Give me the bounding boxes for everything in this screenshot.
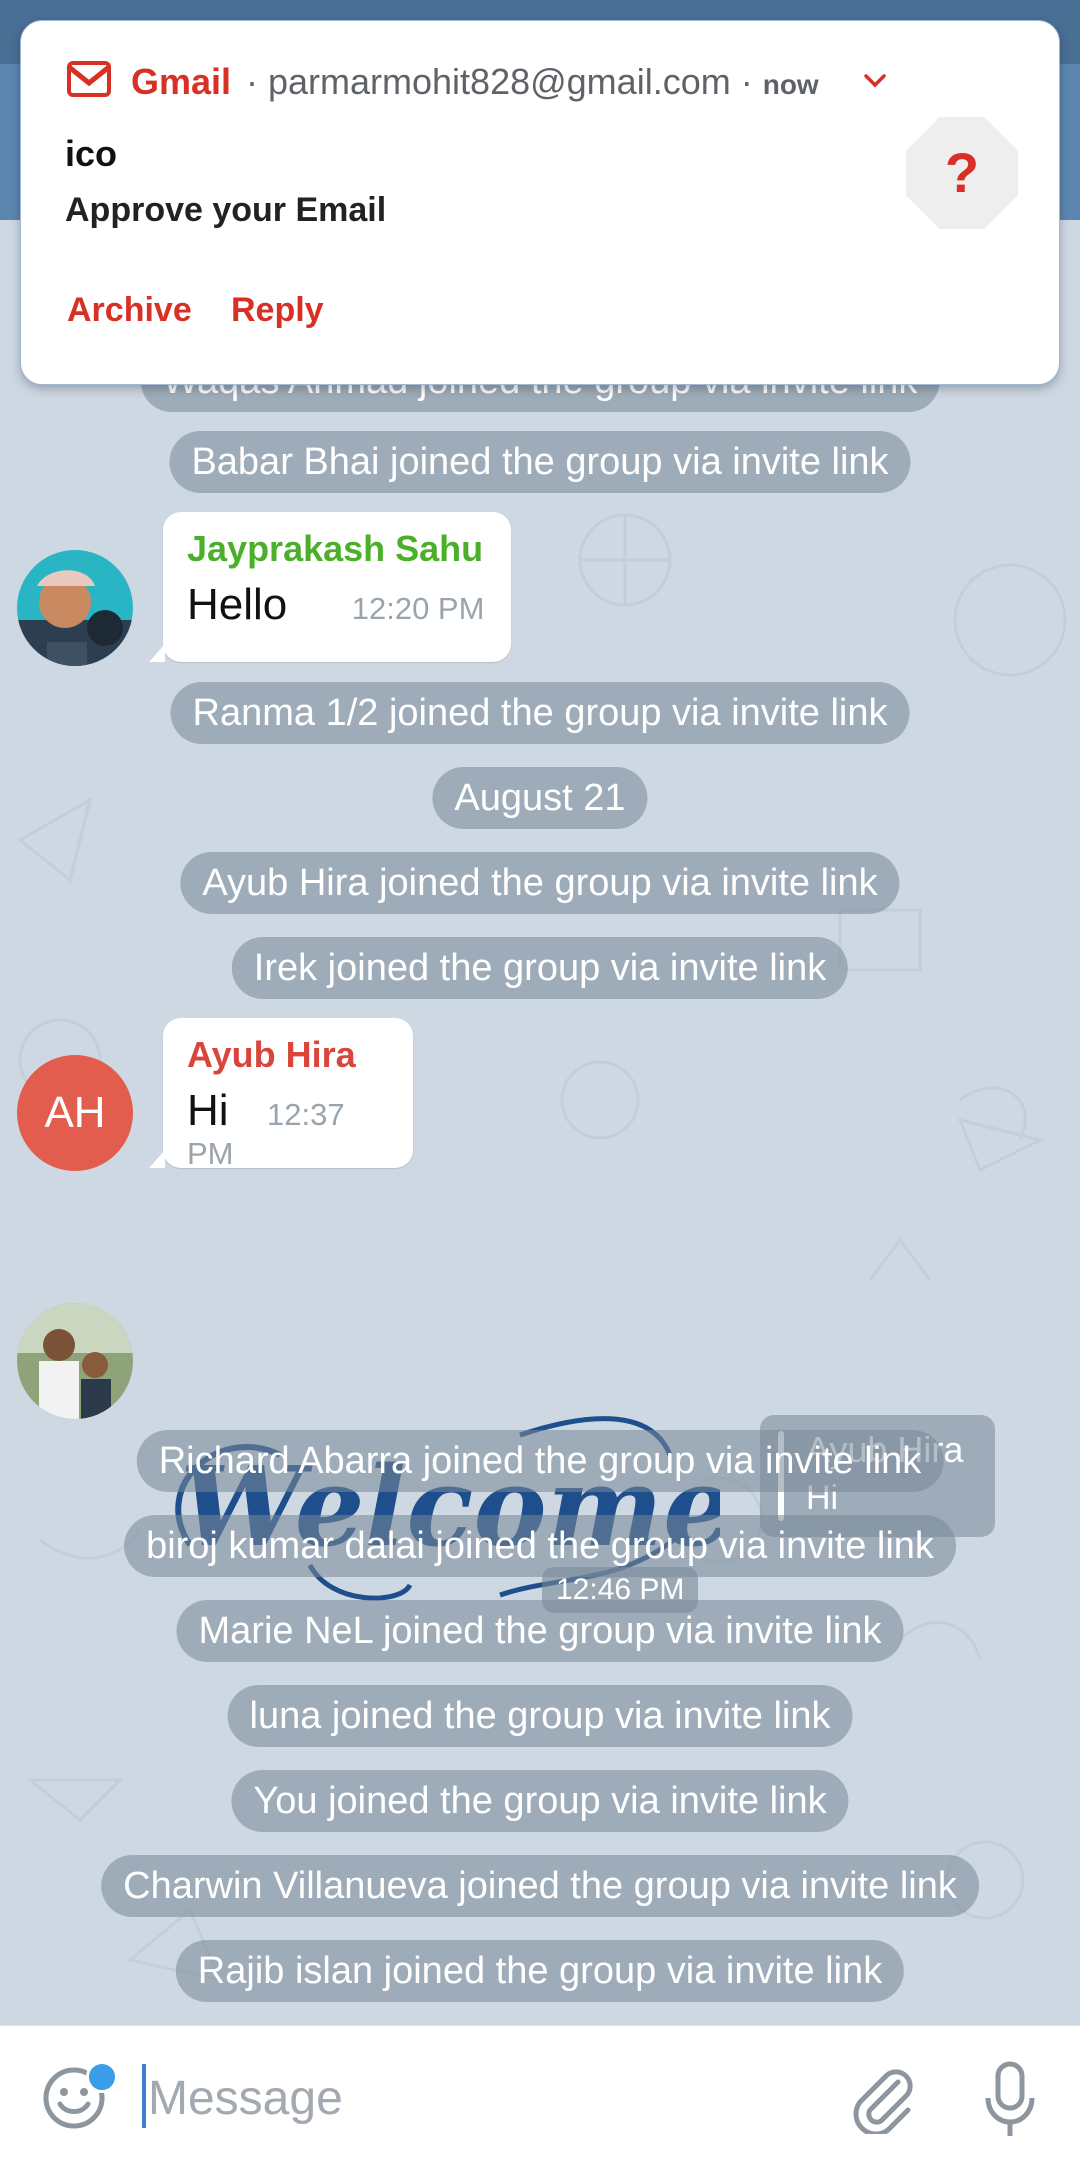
gmail-notification[interactable]: Gmail · parmarmohit828@gmail.com · now i… xyxy=(20,20,1060,385)
notification-account-text: · parmarmohit828@gmail.com · xyxy=(246,61,753,102)
notification-body: Approve your Email xyxy=(65,191,387,229)
message-text: Hello xyxy=(187,580,288,629)
message-sender[interactable]: Jayprakash Sahu xyxy=(187,528,487,570)
message-sender[interactable]: Ayub Hira xyxy=(187,1034,389,1076)
notification-time: now xyxy=(762,69,819,100)
message-time: 12:20 PM xyxy=(351,591,485,626)
message-bubble[interactable]: Jayprakash Sahu Hello 12:20 PM xyxy=(149,512,511,662)
avatar[interactable] xyxy=(17,550,133,666)
notification-account: · parmarmohit828@gmail.com · now xyxy=(246,61,819,103)
service-message: luna joined the group via invite link xyxy=(227,1685,853,1747)
chat-area[interactable]: Waqas Ahmad joined the group via invite … xyxy=(0,220,1080,2025)
service-message: Ayub Hira joined the group via invite li… xyxy=(180,852,900,914)
user-photo-icon xyxy=(17,550,133,666)
question-mark-icon: ? xyxy=(906,117,1018,229)
service-message: Babar Bhai joined the group via invite l… xyxy=(169,431,911,493)
user-photo-icon xyxy=(17,1303,133,1419)
message-bubble[interactable]: Ayub Hira Hi 12:37 PM xyxy=(149,1018,413,1171)
service-message: biroj kumar dalai joined the group via i… xyxy=(124,1515,956,1577)
message-input-bar xyxy=(0,2025,1080,2161)
paperclip-icon[interactable] xyxy=(848,2064,914,2134)
avatar[interactable]: AH xyxy=(17,1055,133,1171)
notification-dot xyxy=(86,2061,118,2093)
chevron-down-icon[interactable] xyxy=(861,67,889,95)
service-message: Richard Abarra joined the group via invi… xyxy=(136,1430,944,1492)
notification-app-name: Gmail xyxy=(131,61,232,102)
microphone-icon[interactable] xyxy=(980,2060,1040,2140)
reply-button[interactable]: Reply xyxy=(231,291,324,330)
date-separator: August 21 xyxy=(432,767,648,829)
message-text: Hi xyxy=(187,1086,229,1135)
gmail-logo-icon xyxy=(67,61,111,97)
service-message: Ranma 1/2 joined the group via invite li… xyxy=(170,682,910,744)
service-message: Marie NeL joined the group via invite li… xyxy=(176,1600,904,1662)
notification-title: ico xyxy=(65,133,118,174)
service-message: Irek joined the group via invite link xyxy=(231,937,849,999)
message-input[interactable] xyxy=(146,2062,800,2134)
service-message: Rajib islan joined the group via invite … xyxy=(175,1940,905,2002)
avatar[interactable] xyxy=(17,1303,133,1419)
archive-button[interactable]: Archive xyxy=(67,291,192,330)
service-message: You joined the group via invite link xyxy=(231,1770,849,1832)
service-message: Charwin Villanueva joined the group via … xyxy=(101,1855,979,1917)
